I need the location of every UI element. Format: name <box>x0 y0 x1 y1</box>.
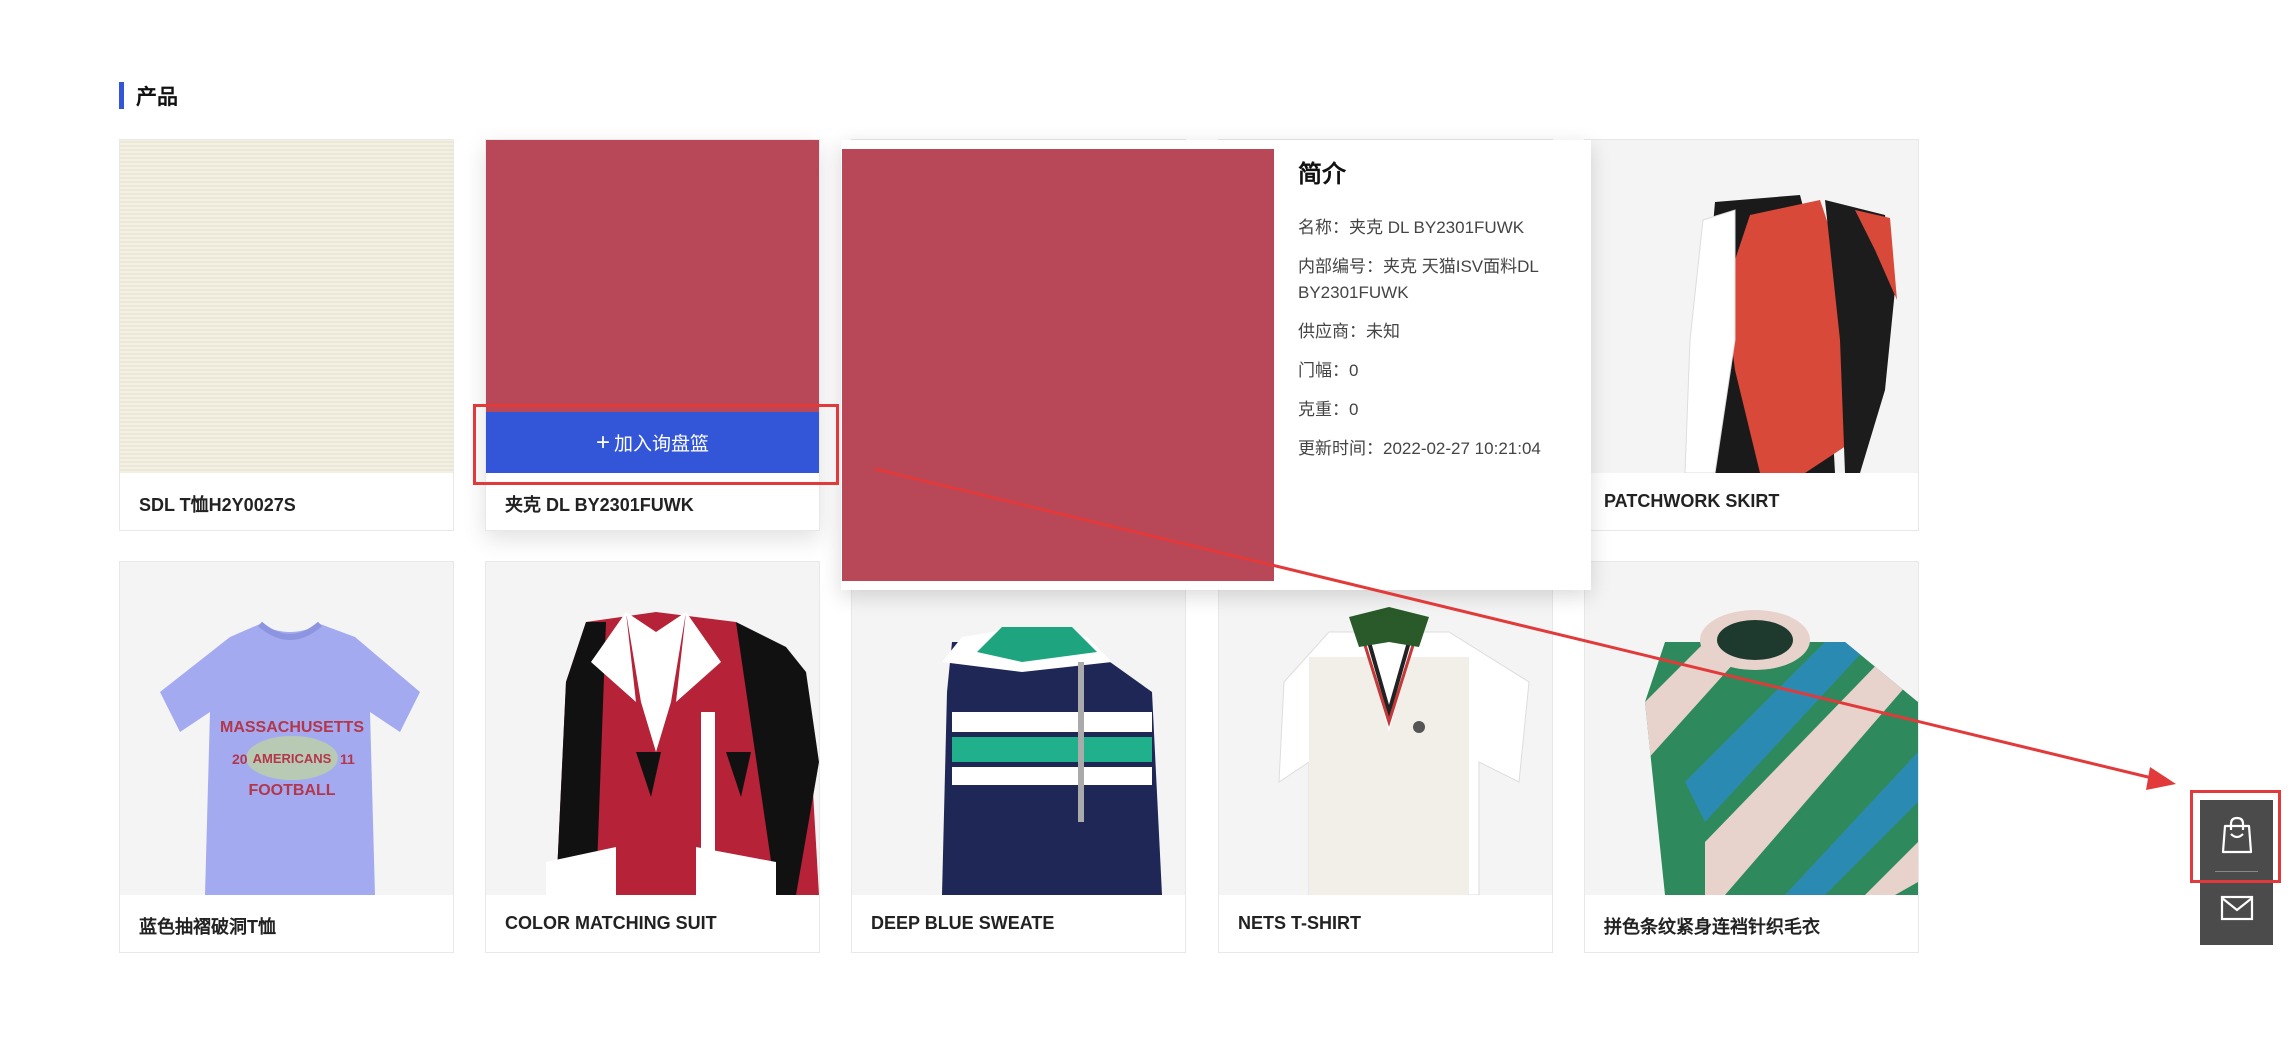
print-bottom-text: FOOTBALL <box>248 782 335 799</box>
product-image[interactable]: MASSACHUSETTS AMERICANS FOOTBALL 20 11 <box>120 562 453 895</box>
product-name[interactable]: NETS T-SHIRT <box>1238 913 1361 934</box>
inquiry-basket-button[interactable] <box>2200 800 2273 870</box>
product-image[interactable] <box>1585 140 1918 473</box>
product-name[interactable]: SDL T恤H2Y0027S <box>139 491 296 517</box>
nets-tshirt-illustration <box>1219 562 1552 895</box>
print-right-number: 11 <box>340 751 355 767</box>
popover-title: 简介 <box>1298 161 1346 188</box>
striped-knit-sweater-illustration <box>1585 562 1918 895</box>
color-matching-suit-illustration <box>486 562 819 895</box>
product-detail-popover: 简介 名称：夹克 DL BY2301FUWK 内部编号：夹克 天猫ISV面料DL… <box>841 140 1591 590</box>
product-card[interactable]: 拼色条纹紧身连裆针织毛衣 <box>1584 561 1919 953</box>
popover-supplier-row: 供应商：未知 <box>1298 322 1400 341</box>
product-image[interactable] <box>852 562 1185 895</box>
plus-icon: + <box>595 428 610 456</box>
shopping-bag-icon <box>2221 816 2252 854</box>
popover-weight-row: 克重：0 <box>1298 400 1359 419</box>
mail-icon <box>2220 895 2253 921</box>
message-button[interactable] <box>2200 873 2273 943</box>
popover-product-image <box>842 149 1274 581</box>
section-title-accent-bar <box>119 82 124 109</box>
popover-name-row: 名称：夹克 DL BY2301FUWK <box>1298 218 1525 237</box>
print-top-text: MASSACHUSETTS <box>220 719 364 736</box>
section-title: 产品 <box>119 82 178 109</box>
product-card[interactable]: DEEP BLUE SWEATE <box>851 561 1186 953</box>
popover-info: 简介 名称：夹克 DL BY2301FUWK 内部编号：夹克 天猫ISV面料DL… <box>1298 154 1568 475</box>
product-card[interactable]: MASSACHUSETTS AMERICANS FOOTBALL 20 11 蓝… <box>119 561 454 953</box>
product-name[interactable]: 拼色条纹紧身连裆针织毛衣 <box>1604 913 1820 939</box>
popover-width-row: 门幅：0 <box>1298 361 1359 380</box>
product-image[interactable] <box>1219 562 1552 895</box>
product-image[interactable] <box>120 140 453 473</box>
product-name[interactable]: 夹克 DL BY2301FUWK <box>505 491 694 517</box>
section-title-text: 产品 <box>136 85 178 109</box>
product-name[interactable]: COLOR MATCHING SUIT <box>505 913 717 934</box>
product-image[interactable] <box>486 562 819 895</box>
print-mid-text: AMERICANS <box>253 751 332 766</box>
product-card[interactable]: COLOR MATCHING SUIT <box>485 561 820 953</box>
popover-code-row: 内部编号：夹克 天猫ISV面料DL BY2301FUWK <box>1298 257 1539 302</box>
product-card[interactable]: SDL T恤H2Y0027S <box>119 139 454 531</box>
popover-updated-row: 更新时间：2022-02-27 10:21:04 <box>1298 439 1541 458</box>
product-name[interactable]: PATCHWORK SKIRT <box>1604 491 1779 512</box>
print-left-number: 20 <box>232 751 248 767</box>
add-to-inquiry-basket-button[interactable]: + 加入询盘篮 <box>486 412 819 473</box>
product-card[interactable]: + 加入询盘篮 夹克 DL BY2301FUWK <box>485 139 820 531</box>
side-panel-divider <box>2215 871 2258 872</box>
product-card[interactable]: NETS T-SHIRT <box>1218 561 1553 953</box>
product-card[interactable]: PATCHWORK SKIRT <box>1584 139 1919 531</box>
blue-tshirt-illustration: MASSACHUSETTS AMERICANS FOOTBALL 20 11 <box>120 562 453 895</box>
add-to-inquiry-basket-label: 加入询盘篮 <box>614 434 710 455</box>
product-image[interactable] <box>1585 562 1918 895</box>
product-name[interactable]: 蓝色抽褶破洞T恤 <box>139 913 276 939</box>
floating-side-panel <box>2200 800 2273 945</box>
deep-blue-sweater-illustration <box>852 562 1185 895</box>
product-name[interactable]: DEEP BLUE SWEATE <box>871 913 1054 934</box>
patchwork-skirt-illustration <box>1585 140 1918 473</box>
